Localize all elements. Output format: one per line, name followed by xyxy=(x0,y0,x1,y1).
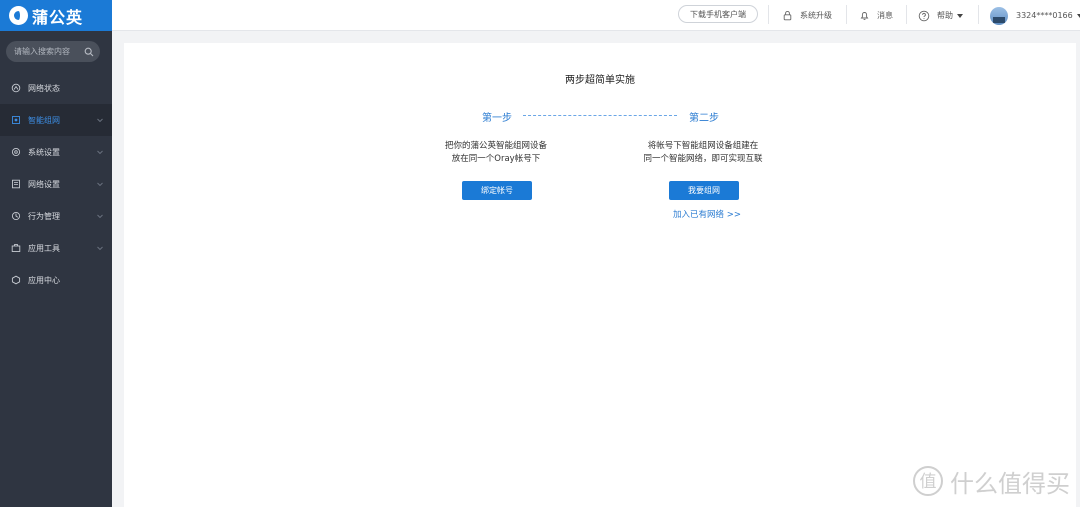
sidebar-item-label: 网络状态 xyxy=(28,83,60,93)
app-tools-icon xyxy=(11,244,21,252)
sidebar-item-network-status[interactable]: 网络状态 xyxy=(0,72,112,104)
step-two-label: 第二步 xyxy=(689,113,719,124)
network-status-icon xyxy=(11,83,21,93)
brand-logo[interactable]: 蒲公英 xyxy=(0,0,112,31)
chevron-down-icon xyxy=(97,246,103,251)
help-circle-icon xyxy=(918,10,930,21)
sidebar-menu: 网络状态 智能组网 系统设置 网络设置 行为管理 应用工具 应用中心 xyxy=(0,72,112,296)
topbar-divider xyxy=(768,5,769,24)
topbar-divider xyxy=(978,5,979,24)
step-connector xyxy=(523,115,677,116)
sidebar-item-app-center[interactable]: 应用中心 xyxy=(0,264,112,296)
system-upgrade-button[interactable]: 系统升级 xyxy=(782,0,832,31)
caret-down-icon xyxy=(957,13,963,18)
step-two-description: 将帐号下智能组网设备组建在 同一个智能网络，即可实现互联 xyxy=(623,140,783,166)
chevron-down-icon xyxy=(97,182,103,187)
sidebar-item-label: 网络设置 xyxy=(28,179,60,189)
sidebar-item-behavior-management[interactable]: 行为管理 xyxy=(0,200,112,232)
search-input[interactable] xyxy=(14,47,84,56)
step-two-desc-line: 同一个智能网络，即可实现互联 xyxy=(643,154,763,164)
help-menu[interactable]: 帮助 xyxy=(918,0,963,31)
help-label: 帮助 xyxy=(937,11,953,20)
dandelion-logo-icon xyxy=(9,6,28,25)
sidebar: 蒲公英 网络状态 智能组网 系统设置 网络设置 行为管理 xyxy=(0,0,112,507)
chevron-down-icon xyxy=(97,214,103,219)
bind-account-button[interactable]: 绑定帐号 xyxy=(462,181,532,200)
watermark-text: 什么值得买 xyxy=(950,469,1070,498)
sidebar-item-app-tools[interactable]: 应用工具 xyxy=(0,232,112,264)
topbar-divider xyxy=(846,5,847,24)
search-icon[interactable] xyxy=(84,47,94,57)
sidebar-item-label: 系统设置 xyxy=(28,147,60,157)
messages-button[interactable]: 消息 xyxy=(859,0,893,31)
main-card: 两步超简单实施 第一步 第二步 把你的蒲公英智能组网设备 放在同一个Oray帐号… xyxy=(124,43,1076,507)
chevron-down-icon xyxy=(97,118,103,123)
page-title: 两步超简单实施 xyxy=(565,75,635,86)
avatar xyxy=(990,6,1008,25)
topbar-divider xyxy=(906,5,907,24)
account-label: 3324****0166 xyxy=(1016,11,1073,20)
system-settings-icon xyxy=(11,147,21,157)
network-settings-icon xyxy=(12,179,20,189)
bell-icon xyxy=(860,12,869,20)
zhide-logo-icon: 值 xyxy=(913,466,943,496)
system-upgrade-label: 系统升级 xyxy=(800,11,832,20)
sidebar-item-system-settings[interactable]: 系统设置 xyxy=(0,136,112,168)
sidebar-item-smart-networking[interactable]: 智能组网 xyxy=(0,104,112,136)
step-one-description: 把你的蒲公英智能组网设备 放在同一个Oray帐号下 xyxy=(416,140,576,166)
step-one-desc-line: 把你的蒲公英智能组网设备 xyxy=(444,141,547,151)
brand-name: 蒲公英 xyxy=(32,7,84,27)
messages-label: 消息 xyxy=(877,11,893,20)
chevron-down-icon xyxy=(97,150,103,155)
join-network-link[interactable]: 加入已有网络 >> xyxy=(673,208,741,220)
sidebar-item-label: 智能组网 xyxy=(28,115,60,125)
svg-text:值: 值 xyxy=(920,472,937,492)
sidebar-search xyxy=(6,41,100,62)
step-two-desc-line: 将帐号下智能组网设备组建在 xyxy=(647,141,759,151)
lock-icon xyxy=(783,10,792,21)
create-network-button[interactable]: 我要组网 xyxy=(669,181,739,200)
smart-networking-icon xyxy=(12,116,20,124)
download-app-button[interactable]: 下载手机客户端 xyxy=(678,5,758,23)
behavior-management-icon xyxy=(11,211,21,221)
sidebar-item-network-settings[interactable]: 网络设置 xyxy=(0,168,112,200)
topbar: 下载手机客户端 系统升级 消息 帮助 3324****0166 xyxy=(112,0,1080,31)
account-menu[interactable]: 3324****0166 xyxy=(990,0,1080,31)
sidebar-item-label: 应用工具 xyxy=(28,243,60,253)
sidebar-item-label: 行为管理 xyxy=(28,211,60,221)
step-one-label: 第一步 xyxy=(482,113,512,124)
watermark: 值 什么值得买 xyxy=(912,464,1070,498)
sidebar-item-label: 应用中心 xyxy=(28,275,60,285)
app-center-icon xyxy=(11,275,21,285)
step-one-desc-line: 放在同一个Oray帐号下 xyxy=(451,154,541,164)
